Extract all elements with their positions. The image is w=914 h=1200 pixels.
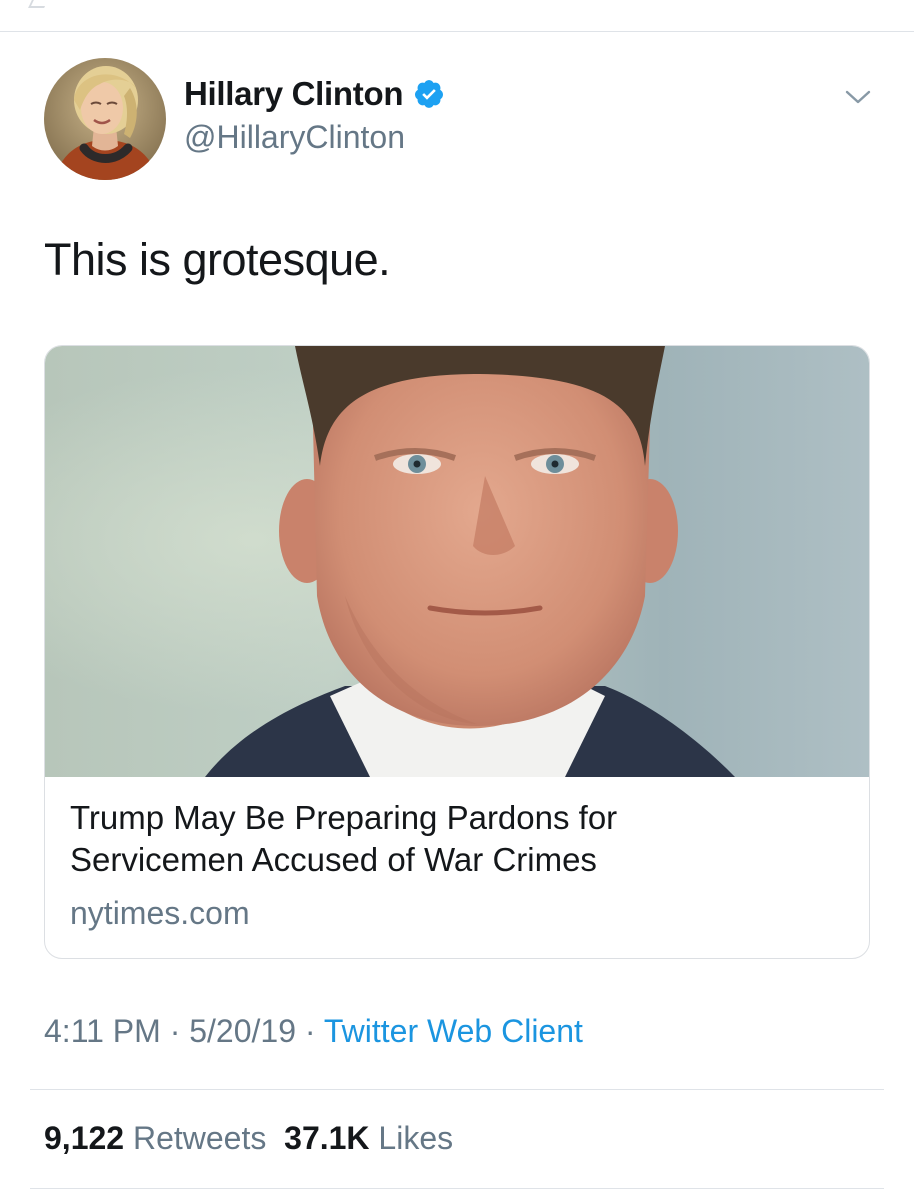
likes-count: 37.1K — [284, 1120, 370, 1156]
divider — [30, 1188, 884, 1189]
link-preview-card[interactable]: Trump May Be Preparing Pardons for Servi… — [44, 345, 870, 959]
meta-separator: · — [160, 1013, 190, 1049]
engagement-stats: 9,122 Retweets 37.1K Likes — [44, 1120, 453, 1157]
tweet-time: 4:11 PM — [44, 1013, 161, 1049]
card-image — [45, 346, 869, 777]
verified-badge-icon — [413, 78, 445, 110]
top-divider — [0, 31, 914, 32]
divider — [30, 1089, 884, 1090]
author-display-name[interactable]: Hillary Clinton — [184, 75, 445, 113]
author-handle[interactable]: @HillaryClinton — [184, 119, 405, 156]
card-title-line-2: Servicemen Accused of War Crimes — [70, 841, 597, 878]
chevron-down-icon[interactable] — [843, 86, 873, 108]
avatar-photo — [44, 58, 166, 180]
retweets-count: 9,122 — [44, 1120, 125, 1156]
likes-stat[interactable]: 37.1K Likes — [284, 1120, 453, 1156]
previous-item-edge — [28, 0, 48, 8]
card-domain: nytimes.com — [70, 895, 250, 931]
retweets-stat[interactable]: 9,122 Retweets — [44, 1120, 266, 1156]
tweet-source-link[interactable]: Twitter Web Client — [324, 1013, 583, 1049]
tweet-text: This is grotesque. — [44, 234, 391, 285]
retweets-label: Retweets — [132, 1120, 267, 1156]
meta-separator: · — [296, 1013, 324, 1049]
card-title-line-1: Trump May Be Preparing Pardons for — [70, 799, 618, 836]
display-name-text: Hillary Clinton — [184, 75, 404, 112]
tweet-date: 5/20/19 — [189, 1013, 296, 1049]
card-title[interactable]: Trump May Be Preparing Pardons for Servi… — [70, 797, 850, 881]
likes-label: Likes — [378, 1120, 454, 1156]
avatar[interactable] — [44, 58, 166, 180]
tweet-meta: 4:11 PM · 5/20/19 · Twitter Web Client — [44, 1013, 583, 1050]
